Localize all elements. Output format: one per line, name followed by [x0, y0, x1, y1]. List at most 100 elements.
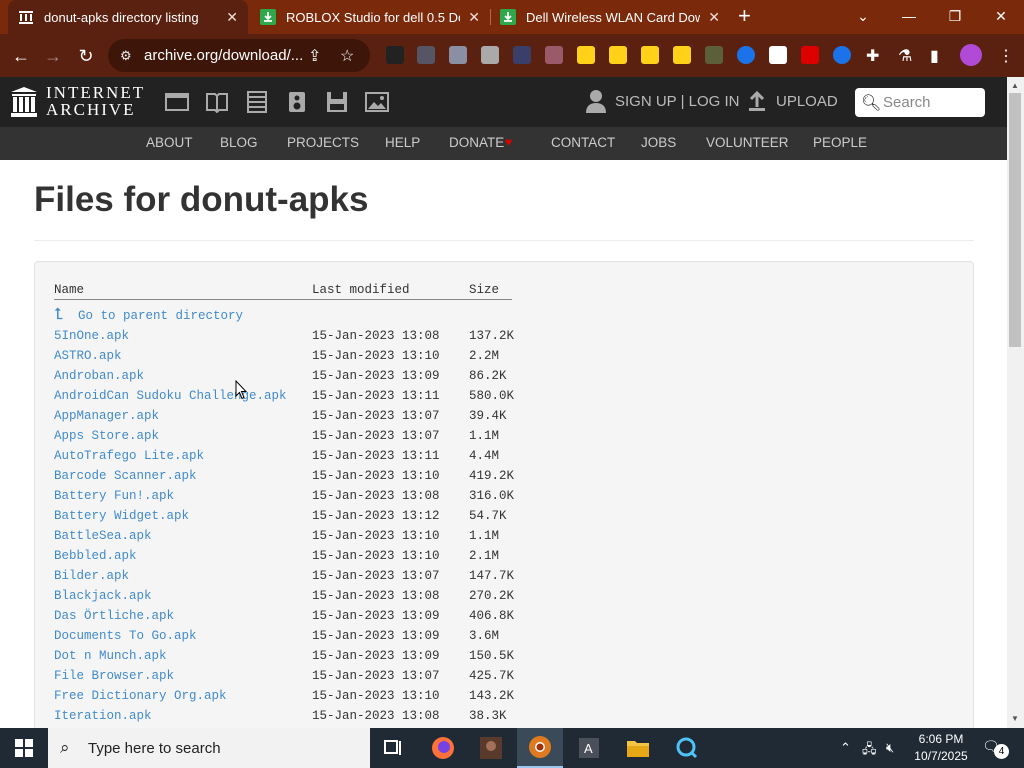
archive-logo-icon[interactable] — [10, 86, 38, 118]
web-icon[interactable] — [165, 91, 189, 113]
close-window-icon[interactable]: ✕ — [978, 0, 1024, 32]
file-link[interactable]: Blackjack.apk — [54, 589, 152, 603]
nav-blog[interactable]: BLOG — [220, 135, 258, 150]
file-link[interactable]: AutoTrafego Lite.apk — [54, 449, 204, 463]
page-scrollbar[interactable]: ▲ ▼ — [1007, 77, 1024, 728]
extension-icon[interactable] — [609, 46, 627, 64]
extension-icon[interactable] — [801, 46, 819, 64]
software-disk-icon[interactable] — [325, 91, 349, 113]
nav-about[interactable]: ABOUT — [146, 135, 193, 150]
column-header-size[interactable]: Size — [469, 283, 499, 297]
scroll-down-icon[interactable]: ▼ — [1011, 714, 1019, 723]
extension-icon[interactable] — [449, 46, 467, 64]
chrome-icon[interactable] — [517, 728, 563, 768]
file-explorer-icon[interactable] — [615, 728, 661, 768]
file-link[interactable]: ASTRO.apk — [54, 349, 122, 363]
extension-icon[interactable] — [513, 46, 531, 64]
file-link[interactable]: AndroidCan Sudoku Challenge.apk — [54, 389, 287, 403]
file-link[interactable]: Iteration.apk — [54, 709, 152, 723]
tab-donut-apks[interactable]: donut-apks directory listing ✕ — [8, 0, 248, 34]
close-tab-icon[interactable]: ✕ — [226, 9, 238, 26]
reload-icon[interactable]: ↻ — [73, 43, 99, 69]
font-app-icon[interactable]: A — [566, 728, 612, 768]
restore-icon[interactable]: ❐ — [932, 0, 978, 32]
tab-search-chevron-icon[interactable]: ⌄ — [840, 0, 886, 32]
images-icon[interactable] — [365, 91, 389, 113]
nav-help[interactable]: HELP — [385, 135, 420, 150]
search-app-icon[interactable] — [664, 728, 710, 768]
taskbar-search-input[interactable]: ⌕ Type here to search — [48, 728, 370, 768]
file-link[interactable]: Barcode Scanner.apk — [54, 469, 197, 483]
show-hidden-icons-chevron-icon[interactable]: ⌃ — [840, 740, 851, 756]
file-link[interactable]: Das Örtliche.apk — [54, 609, 174, 623]
file-link[interactable]: 5InOne.apk — [54, 329, 129, 343]
extension-icon[interactable] — [769, 46, 787, 64]
address-bar[interactable]: ⚙ archive.org/download/... — [108, 39, 370, 72]
texts-book-icon[interactable] — [205, 91, 229, 113]
start-button[interactable] — [0, 728, 48, 768]
upload-icon[interactable] — [748, 91, 766, 111]
column-header-modified[interactable]: Last modified — [312, 283, 410, 297]
file-link[interactable]: File Browser.apk — [54, 669, 174, 683]
volume-muted-icon[interactable]: 🔇︎ — [886, 740, 894, 756]
forward-arrow-icon[interactable]: → — [40, 43, 66, 69]
scroll-up-icon[interactable]: ▲ — [1011, 81, 1019, 90]
extension-icon[interactable] — [737, 46, 755, 64]
file-link[interactable]: BattleSea.apk — [54, 529, 152, 543]
scrollbar-thumb[interactable] — [1009, 93, 1021, 347]
system-clock[interactable]: 6:06 PM 10/7/2025 — [912, 731, 970, 765]
tab-roblox-studio[interactable]: ROBLOX Studio for dell 0.5 Down ✕ — [250, 0, 490, 34]
extension-icon[interactable] — [417, 46, 435, 64]
file-link[interactable]: Apps Store.apk — [54, 429, 159, 443]
game-app-icon[interactable] — [468, 728, 514, 768]
extension-icon[interactable] — [481, 46, 499, 64]
nav-volunteer[interactable]: VOLUNTEER — [706, 135, 789, 150]
bookmark-star-icon[interactable]: ☆ — [340, 46, 354, 66]
task-view-icon[interactable] — [370, 728, 416, 768]
user-icon[interactable] — [586, 89, 606, 113]
extension-icon[interactable] — [545, 46, 563, 64]
file-link[interactable]: Bilder.apk — [54, 569, 129, 583]
file-link[interactable]: Bebbled.apk — [54, 549, 137, 563]
extension-icon[interactable] — [577, 46, 595, 64]
file-link[interactable]: AppManager.apk — [54, 409, 159, 423]
close-tab-icon[interactable]: ✕ — [708, 9, 720, 26]
extension-icon[interactable] — [833, 46, 851, 64]
tab-dell-wireless[interactable]: Dell Wireless WLAN Card Downl ✕ — [490, 0, 730, 34]
firefox-icon[interactable] — [420, 728, 466, 768]
nav-jobs[interactable]: JOBS — [641, 135, 676, 150]
extension-icon[interactable] — [386, 46, 404, 64]
extension-icon[interactable] — [705, 46, 723, 64]
nav-donate[interactable]: DONATE — [449, 135, 504, 150]
nav-people[interactable]: PEOPLE — [813, 135, 867, 150]
file-link[interactable]: Battery Widget.apk — [54, 509, 189, 523]
back-arrow-icon[interactable]: ← — [8, 43, 34, 69]
signup-login-link[interactable]: SIGN UP | LOG IN — [615, 93, 739, 110]
upload-link[interactable]: UPLOAD — [776, 93, 838, 110]
profile-avatar[interactable] — [960, 44, 982, 66]
file-link[interactable]: Battery Fun!.apk — [54, 489, 174, 503]
puzzle-extensions-icon[interactable]: ✚ — [866, 46, 879, 66]
minimize-icon[interactable]: — — [886, 0, 932, 32]
close-tab-icon[interactable]: ✕ — [468, 9, 480, 26]
labs-flask-icon[interactable]: ⚗ — [898, 46, 912, 66]
site-info-icon[interactable]: ⚙ — [120, 48, 132, 64]
more-menu-icon[interactable]: ⋮ — [998, 46, 1014, 66]
archive-logo-text[interactable]: INTERNET ARCHIVE — [46, 84, 145, 118]
column-header-name[interactable]: Name — [54, 283, 84, 297]
new-tab-icon[interactable]: + — [738, 3, 751, 29]
file-link[interactable]: Free Dictionary Org.apk — [54, 689, 227, 703]
extension-icon[interactable] — [673, 46, 691, 64]
file-link[interactable]: Documents To Go.apk — [54, 629, 197, 643]
nav-contact[interactable]: CONTACT — [551, 135, 615, 150]
network-icon[interactable]: 🖧︎ — [862, 740, 877, 762]
video-film-icon[interactable] — [245, 91, 269, 113]
share-icon[interactable]: ⇪ — [308, 46, 321, 66]
notification-center-icon[interactable]: 🗨︎ 4 — [982, 738, 1009, 759]
file-link[interactable]: Dot n Munch.apk — [54, 649, 167, 663]
extension-icon[interactable] — [641, 46, 659, 64]
audio-speaker-icon[interactable] — [285, 91, 309, 113]
ia-search-input[interactable]: 🔍︎ Search — [855, 88, 985, 117]
file-link[interactable]: Androban.apk — [54, 369, 144, 383]
nav-projects[interactable]: PROJECTS — [287, 135, 359, 150]
